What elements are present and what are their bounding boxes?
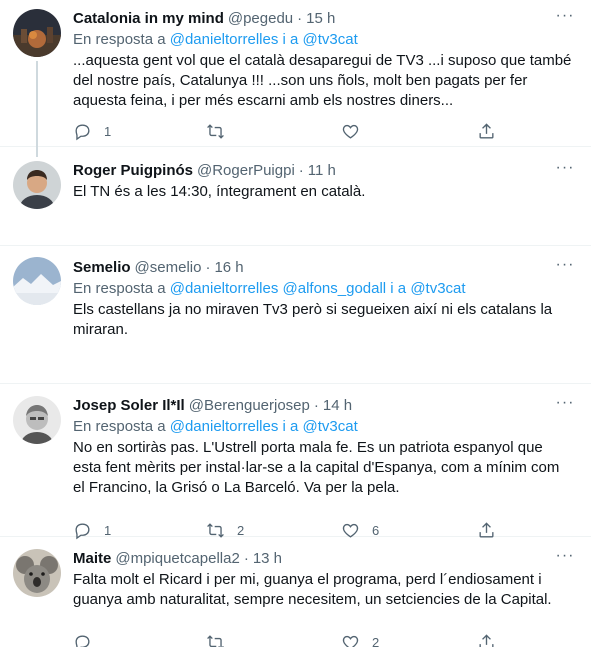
reply-prefix: En resposta a bbox=[73, 418, 166, 435]
tweet-text: Els castellans ja no miraven Tv3 però si… bbox=[73, 301, 553, 338]
tweet-header: Maite @mpiquetcapella2 · 13 h bbox=[73, 549, 575, 569]
avatar[interactable] bbox=[13, 9, 61, 57]
timestamp[interactable]: 16 h bbox=[214, 258, 243, 278]
tweet-text: ...aquesta gent vol que el català desapa… bbox=[73, 52, 572, 109]
display-name[interactable]: Josep Soler Il*Il bbox=[73, 396, 185, 416]
reply-context: En resposta a @danieltorrelles i a @tv3c… bbox=[73, 417, 575, 437]
handle[interactable]: @Berenguerjosep bbox=[189, 396, 310, 416]
avatar[interactable] bbox=[13, 549, 61, 597]
reply-button[interactable] bbox=[73, 632, 104, 647]
retweet-button[interactable] bbox=[206, 121, 237, 141]
separator: · bbox=[205, 259, 211, 276]
like-button[interactable] bbox=[341, 121, 372, 141]
reply-mentions[interactable]: @danieltorrelles i a @tv3cat bbox=[170, 31, 358, 48]
display-name[interactable]: Catalonia in my mind bbox=[73, 9, 224, 29]
share-icon bbox=[479, 122, 494, 139]
like-button[interactable]: 2 bbox=[341, 632, 379, 647]
tweet-1[interactable]: Catalonia in my mind @pegedu · 15 h ··· … bbox=[0, 0, 591, 151]
timestamp[interactable]: 13 h bbox=[253, 549, 282, 569]
retweet-count: 2 bbox=[237, 522, 245, 538]
retweet-icon bbox=[207, 123, 224, 139]
reply-mentions[interactable]: @danieltorrelles i a @tv3cat bbox=[170, 418, 358, 435]
timestamp[interactable]: 15 h bbox=[306, 9, 335, 29]
reply-mentions[interactable]: @danieltorrelles @alfons_godall i a @tv3… bbox=[170, 280, 466, 297]
tweet-text: No en sortiràs pas. L'Ustrell porta mala… bbox=[73, 439, 560, 496]
handle[interactable]: @semelio bbox=[135, 258, 202, 278]
display-name[interactable]: Semelio bbox=[73, 258, 131, 278]
display-name[interactable]: Maite bbox=[73, 549, 111, 569]
heart-icon bbox=[342, 124, 359, 139]
handle[interactable]: @mpiquetcapella2 bbox=[115, 549, 239, 569]
tweet-4[interactable]: Josep Soler Il*Il @Berenguerjosep · 14 h… bbox=[0, 384, 591, 539]
heart-icon bbox=[342, 635, 359, 647]
tweet-header: Josep Soler Il*Il @Berenguerjosep · 14 h bbox=[73, 396, 575, 416]
more-icon[interactable]: ··· bbox=[555, 548, 575, 569]
tweet-actions: 2 bbox=[73, 632, 575, 647]
avatar[interactable] bbox=[13, 396, 61, 444]
reply-context: En resposta a @danieltorrelles @alfons_g… bbox=[73, 279, 575, 299]
tweet-2[interactable]: Roger Puigpinós @RogerPuigpi · 11 h ··· … bbox=[0, 147, 591, 246]
reply-prefix: En resposta a bbox=[73, 31, 166, 48]
share-button[interactable] bbox=[477, 121, 496, 141]
avatar-image bbox=[13, 9, 61, 57]
thread-line bbox=[36, 61, 38, 151]
avatar-image bbox=[13, 549, 61, 597]
tweet-actions: 1 bbox=[73, 121, 575, 141]
thread-line bbox=[36, 147, 38, 157]
reply-icon bbox=[75, 123, 90, 140]
tweet-header: Roger Puigpinós @RogerPuigpi · 11 h bbox=[73, 161, 575, 181]
more-icon[interactable]: ··· bbox=[555, 395, 575, 416]
tweet-text: Falta molt el Ricard i per mi, guanya el… bbox=[73, 571, 552, 608]
more-icon[interactable]: ··· bbox=[555, 257, 575, 278]
separator: · bbox=[243, 550, 249, 567]
avatar-image bbox=[13, 257, 61, 305]
reply-prefix: En resposta a bbox=[73, 280, 166, 297]
share-icon bbox=[479, 633, 494, 647]
tweet-text: El TN és a les 14:30, íntegrament en cat… bbox=[73, 183, 366, 200]
tweet-5[interactable]: Maite @mpiquetcapella2 · 13 h ··· Falta … bbox=[0, 537, 591, 647]
tweet-header: Catalonia in my mind @pegedu · 15 h bbox=[73, 9, 575, 29]
tweet-header: Semelio @semelio · 16 h bbox=[73, 258, 575, 278]
timestamp[interactable]: 14 h bbox=[323, 396, 352, 416]
separator: · bbox=[298, 162, 304, 179]
separator: · bbox=[313, 397, 319, 414]
like-count: 6 bbox=[372, 522, 380, 538]
avatar[interactable] bbox=[13, 257, 61, 305]
handle[interactable]: @RogerPuigpi bbox=[197, 161, 295, 181]
reply-icon bbox=[75, 634, 90, 647]
more-icon[interactable]: ··· bbox=[555, 160, 575, 181]
reply-count: 1 bbox=[104, 522, 112, 538]
reply-count: 1 bbox=[104, 123, 112, 139]
timestamp[interactable]: 11 h bbox=[308, 161, 336, 181]
retweet-button[interactable] bbox=[206, 632, 237, 647]
separator: · bbox=[297, 10, 303, 27]
avatar-image bbox=[13, 396, 61, 444]
retweet-icon bbox=[207, 634, 224, 647]
more-icon[interactable]: ··· bbox=[555, 8, 575, 29]
avatar-image bbox=[13, 161, 61, 209]
display-name[interactable]: Roger Puigpinós bbox=[73, 161, 193, 181]
reply-context: En resposta a @danieltorrelles i a @tv3c… bbox=[73, 30, 575, 50]
handle[interactable]: @pegedu bbox=[228, 9, 293, 29]
avatar[interactable] bbox=[13, 161, 61, 209]
share-button[interactable] bbox=[477, 632, 496, 647]
reply-button[interactable]: 1 bbox=[73, 121, 111, 141]
tweet-3[interactable]: Semelio @semelio · 16 h ··· En resposta … bbox=[0, 246, 591, 384]
like-count: 2 bbox=[372, 634, 380, 647]
